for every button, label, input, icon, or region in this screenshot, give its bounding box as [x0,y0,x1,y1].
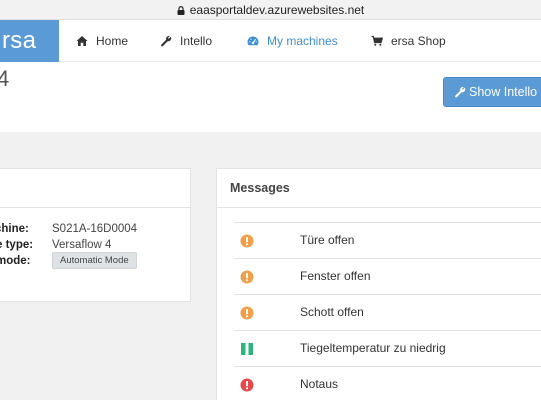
show-intello-button[interactable]: Show Intello [443,77,541,107]
browser-address-bar[interactable]: eaasportaldev.azurewebsites.net [0,0,541,20]
message-text: Tiegeltemperatur zu niedrig [300,341,446,355]
warning-icon [240,234,254,248]
message-row[interactable]: Türe offen [234,223,541,259]
machine-type-label: e type: [0,239,34,251]
machine-details-panel: chine: S021A-16D0004 e type: Versaflow 4… [0,168,191,302]
message-text: Notaus [300,377,339,391]
message-row[interactable]: Notaus [234,367,541,400]
machine-value: S021A-16D0004 [52,223,138,235]
message-row[interactable]: Fenster offen [234,259,541,295]
top-navbar: rsa Home Intello My machines ersa Shop [0,20,541,62]
lock-icon [177,6,185,15]
nav-my-machines[interactable]: My machines [247,20,338,62]
home-icon [76,36,88,46]
nav-ersa-shop[interactable]: ersa Shop [371,20,446,62]
page-header: 4 Show Intello [0,62,541,132]
machine-details-header [0,169,190,208]
show-intello-label: Show Intello [469,85,538,99]
nav-home-label: Home [96,34,129,48]
machine-type-value: Versaflow 4 [52,239,112,251]
mode-badge: Automatic Mode [52,252,137,269]
mode-label: mode: [0,255,31,267]
nav-home[interactable]: Home [76,20,128,62]
page-title: 4 [0,66,10,91]
message-row[interactable]: Tiegeltemperatur zu niedrig [234,331,541,367]
messages-panel: Messages Türe offen Fenster offen Schott… [216,168,541,400]
error-icon [240,378,254,392]
pause-icon [241,343,253,355]
nav-ersa-shop-label: ersa Shop [391,34,446,48]
messages-title: Messages [217,169,541,208]
message-text: Fenster offen [300,269,371,283]
messages-list: Türe offen Fenster offen Schott offen Ti… [234,222,541,400]
nav-intello-label: Intello [180,34,213,48]
wrench-icon [161,35,172,47]
dashboard-icon [247,36,259,46]
message-text: Türe offen [300,233,355,247]
machine-label: chine: [0,223,29,235]
nav-my-machines-label: My machines [267,34,338,48]
nav-intello[interactable]: Intello [160,20,212,62]
message-row[interactable]: Schott offen [234,295,541,331]
warning-icon [240,270,254,284]
wrench-icon [455,86,466,98]
cart-icon [371,35,383,46]
warning-icon [240,306,254,320]
brand-logo[interactable]: rsa [0,20,59,62]
browser-url: eaasportaldev.azurewebsites.net [189,2,365,17]
message-text: Schott offen [300,305,364,319]
